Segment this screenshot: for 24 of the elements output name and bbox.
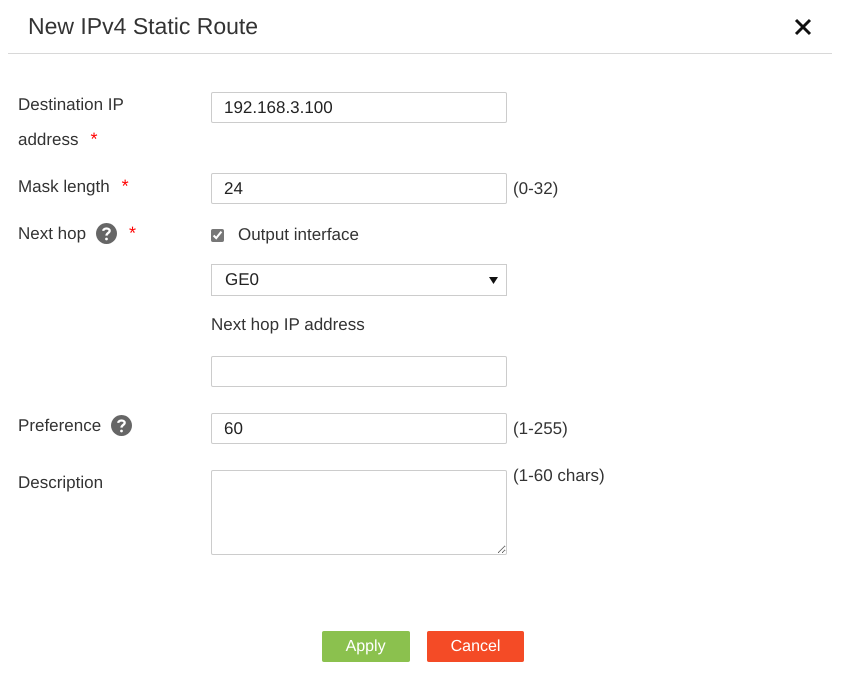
caret-icon (489, 276, 498, 284)
cancel-button[interactable]: Cancel (426, 631, 524, 662)
checkbox-label: Output interface (238, 225, 359, 245)
help-icon[interactable] (96, 223, 118, 244)
dialog-title: New IPv4 Static Route (28, 13, 258, 40)
text-field[interactable]: 192.168.3.100 (211, 92, 507, 123)
required-mark: * (129, 223, 136, 243)
field-label: Description (18, 473, 104, 492)
field-label: Mask length * (18, 177, 129, 196)
range-hint: (0-32) (513, 178, 558, 198)
text-field[interactable]: 60 (211, 413, 507, 444)
range-hint: (1-255) (513, 418, 568, 438)
length-hint: (1-60 chars) (513, 466, 605, 486)
checkbox[interactable] (211, 228, 224, 242)
field-label: Next hop IP address (211, 314, 366, 336)
field-label: Next hop (18, 224, 86, 243)
description-field[interactable] (211, 470, 507, 555)
field-label: Preference (18, 416, 102, 435)
text-field[interactable] (211, 356, 507, 387)
help-icon[interactable] (111, 415, 132, 436)
interface-select[interactable]: GE0 (211, 264, 507, 296)
text-field[interactable]: 24 (211, 173, 507, 204)
close-button[interactable] (794, 18, 812, 36)
field-label: Destination IP address * (18, 95, 124, 149)
